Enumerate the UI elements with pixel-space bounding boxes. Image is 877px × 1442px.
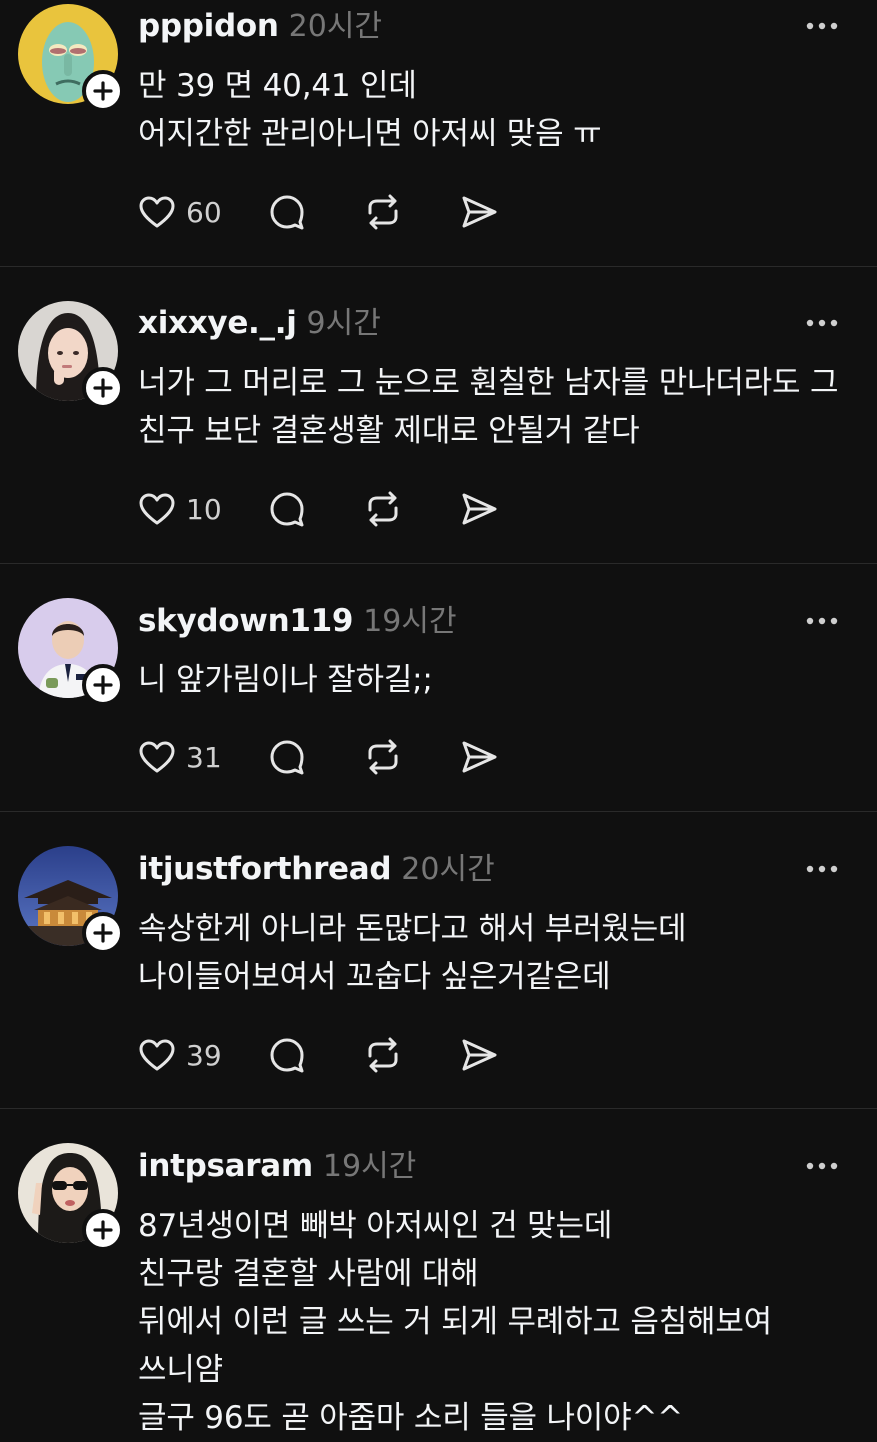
post-header: itjustforthread 20시간 [138, 849, 495, 889]
thread-post: xixxye._.j 9시간 너가 그 머리로 그 눈으로 훤칠한 남자를 만나더… [0, 267, 877, 564]
post-text: 87년생이면 빼박 아저씨인 건 맞는데 친구랑 결혼할 사람에 대해 뒤에서 … [138, 1202, 857, 1442]
heart-icon [139, 1039, 175, 1071]
timestamp[interactable]: 20시간 [401, 852, 494, 887]
username[interactable]: itjustforthread [138, 851, 392, 887]
send-icon [462, 1039, 497, 1071]
share-button[interactable] [458, 190, 500, 234]
comment-bubble-icon [270, 195, 304, 230]
more-dots-icon[interactable] [805, 863, 839, 875]
send-icon [462, 741, 497, 773]
post-text: 만 39 면 40,41 인데 어지간한 관리아니면 아저씨 맞음 ㅠ [138, 62, 857, 158]
repost-icon [368, 739, 398, 775]
repost-button[interactable] [362, 190, 404, 234]
thread-post: pppidon 20시간 만 39 면 40,41 인데 어지간한 관리아니면 아… [0, 0, 877, 267]
post-header: pppidon 20시간 [138, 6, 382, 46]
more-dots-icon[interactable] [805, 317, 839, 329]
plus-icon [93, 1220, 113, 1240]
post-text-line: 친구 보단 결혼생활 제대로 안될거 같다 [138, 413, 640, 449]
follow-button[interactable] [82, 367, 124, 409]
share-button[interactable] [458, 735, 500, 779]
heart-icon [139, 741, 175, 773]
reply-button[interactable] [266, 1033, 308, 1077]
repost-icon [368, 194, 398, 230]
username[interactable]: skydown119 [138, 603, 353, 639]
reply-button[interactable] [266, 487, 308, 531]
like-count: 60 [186, 195, 222, 229]
timestamp[interactable]: 19시간 [323, 1149, 416, 1184]
timestamp[interactable]: 9시간 [307, 306, 381, 341]
like-button[interactable]: 10 [136, 487, 234, 531]
share-button[interactable] [458, 1033, 500, 1077]
post-header: intpsaram 19시간 [138, 1146, 416, 1186]
post-text-line: 니 앞가림이나 잘하길;; [138, 662, 433, 698]
post-text: 너가 그 머리로 그 눈으로 훤칠한 남자를 만나더라도 그 친구 보단 결혼생… [138, 359, 857, 455]
reply-button[interactable] [266, 190, 308, 234]
reply-button[interactable] [266, 735, 308, 779]
post-text-line: 친구랑 결혼할 사람에 대해 [138, 1256, 479, 1292]
repost-icon [368, 491, 398, 527]
post-text-line: 너가 그 머리로 그 눈으로 훤칠한 남자를 만나더라도 그 [138, 365, 839, 401]
comment-bubble-icon [270, 1038, 304, 1073]
plus-icon [93, 675, 113, 695]
heart-icon [139, 493, 175, 525]
share-button[interactable] [458, 487, 500, 531]
comment-bubble-icon [270, 740, 304, 775]
post-text: 속상한게 아니라 돈많다고 해서 부러웠는데 나이들어보여서 꼬숩다 싶은거같은… [138, 905, 857, 1001]
post-header: skydown119 19시간 [138, 601, 457, 641]
repost-icon [368, 1037, 398, 1073]
like-count: 31 [186, 740, 222, 774]
repost-button[interactable] [362, 1033, 404, 1077]
follow-button[interactable] [82, 912, 124, 954]
repost-button[interactable] [362, 735, 404, 779]
post-text-line: 나이들어보여서 꼬숩다 싶은거같은데 [138, 959, 611, 995]
action-bar: 31 [136, 735, 500, 779]
username[interactable]: xixxye._.j [138, 305, 297, 341]
thread-post: skydown119 19시간 니 앞가림이나 잘하길;; 31 [0, 564, 877, 812]
plus-icon [93, 378, 113, 398]
action-bar: 39 [136, 1033, 500, 1077]
post-text: 니 앞가림이나 잘하길;; [138, 656, 857, 704]
timestamp[interactable]: 19시간 [363, 604, 456, 639]
plus-icon [93, 81, 113, 101]
thread-post: itjustforthread 20시간 속상한게 아니라 돈많다고 해서 부러웠… [0, 812, 877, 1109]
more-dots-icon[interactable] [805, 20, 839, 32]
follow-button[interactable] [82, 1209, 124, 1251]
timestamp[interactable]: 20시간 [289, 9, 382, 44]
post-text-line: 글구 96도 곧 아줌마 소리 들을 나이야^^ [138, 1400, 683, 1436]
action-bar: 60 [136, 190, 500, 234]
post-text-line: 뒤에서 이런 글 쓰는 거 되게 무례하고 음침해보여 [138, 1304, 772, 1340]
comment-bubble-icon [270, 492, 304, 527]
send-icon [462, 196, 497, 228]
more-dots-icon[interactable] [805, 615, 839, 627]
like-count: 39 [186, 1038, 222, 1072]
more-dots-icon[interactable] [805, 1160, 839, 1172]
post-text-line: 속상한게 아니라 돈많다고 해서 부러웠는데 [138, 911, 687, 947]
action-bar: 10 [136, 487, 500, 531]
post-text-line: 87년생이면 빼박 아저씨인 건 맞는데 [138, 1208, 613, 1244]
follow-button[interactable] [82, 70, 124, 112]
send-icon [462, 493, 497, 525]
follow-button[interactable] [82, 664, 124, 706]
like-count: 10 [186, 492, 222, 526]
heart-icon [139, 196, 175, 228]
username[interactable]: intpsaram [138, 1148, 313, 1184]
plus-icon [93, 923, 113, 943]
like-button[interactable]: 31 [136, 735, 234, 779]
like-button[interactable]: 39 [136, 1033, 234, 1077]
like-button[interactable]: 60 [136, 190, 234, 234]
post-header: xixxye._.j 9시간 [138, 303, 381, 343]
thread-post: intpsaram 19시간 87년생이면 빼박 아저씨인 건 맞는데 친구랑 결… [0, 1109, 877, 1440]
post-text-line: 만 39 면 40,41 인데 [138, 68, 417, 104]
username[interactable]: pppidon [138, 8, 279, 44]
repost-button[interactable] [362, 487, 404, 531]
post-text-line: 쓰니얌 [138, 1352, 223, 1388]
post-text-line: 어지간한 관리아니면 아저씨 맞음 ㅠ [138, 116, 602, 152]
